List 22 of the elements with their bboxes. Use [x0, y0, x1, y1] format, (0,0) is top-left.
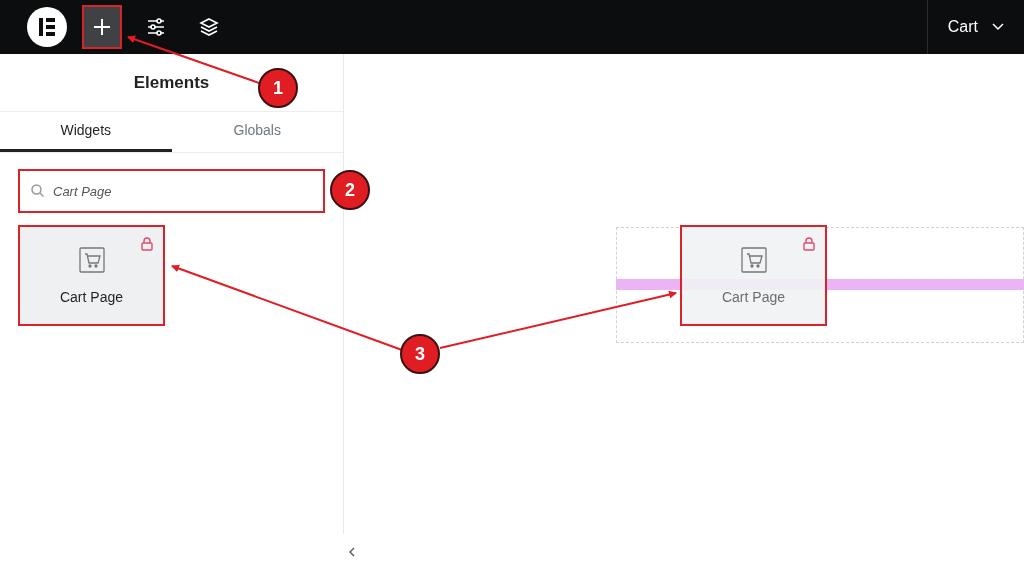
- panel-title: Elements: [133, 71, 210, 94]
- cart-icon: [78, 247, 105, 273]
- settings-icon[interactable]: [146, 17, 166, 37]
- logo-icon[interactable]: [27, 7, 67, 47]
- page-selector[interactable]: Cart: [927, 0, 1024, 54]
- panel-tab[interactable]: Widgets: [0, 112, 172, 152]
- step-badge: 3: [400, 334, 440, 374]
- panel-tab[interactable]: Globals: [171, 112, 343, 152]
- widget-card[interactable]: Cart Page: [680, 225, 827, 326]
- chevron-down-icon: [992, 23, 1004, 31]
- widget-card[interactable]: Cart Page: [18, 225, 165, 326]
- chevron-left-icon: [349, 547, 355, 557]
- step-badge: 2: [330, 170, 370, 210]
- add-element-button[interactable]: [82, 5, 122, 49]
- plus-icon: [93, 18, 111, 36]
- search-icon: [31, 184, 44, 197]
- step-badge: 1: [258, 68, 298, 108]
- layers-icon[interactable]: [199, 17, 219, 37]
- widget-label: Cart Page: [59, 288, 123, 307]
- widget-label: Cart Page: [721, 288, 785, 307]
- cart-icon: [740, 247, 767, 273]
- search-field[interactable]: Cart Page: [18, 169, 325, 213]
